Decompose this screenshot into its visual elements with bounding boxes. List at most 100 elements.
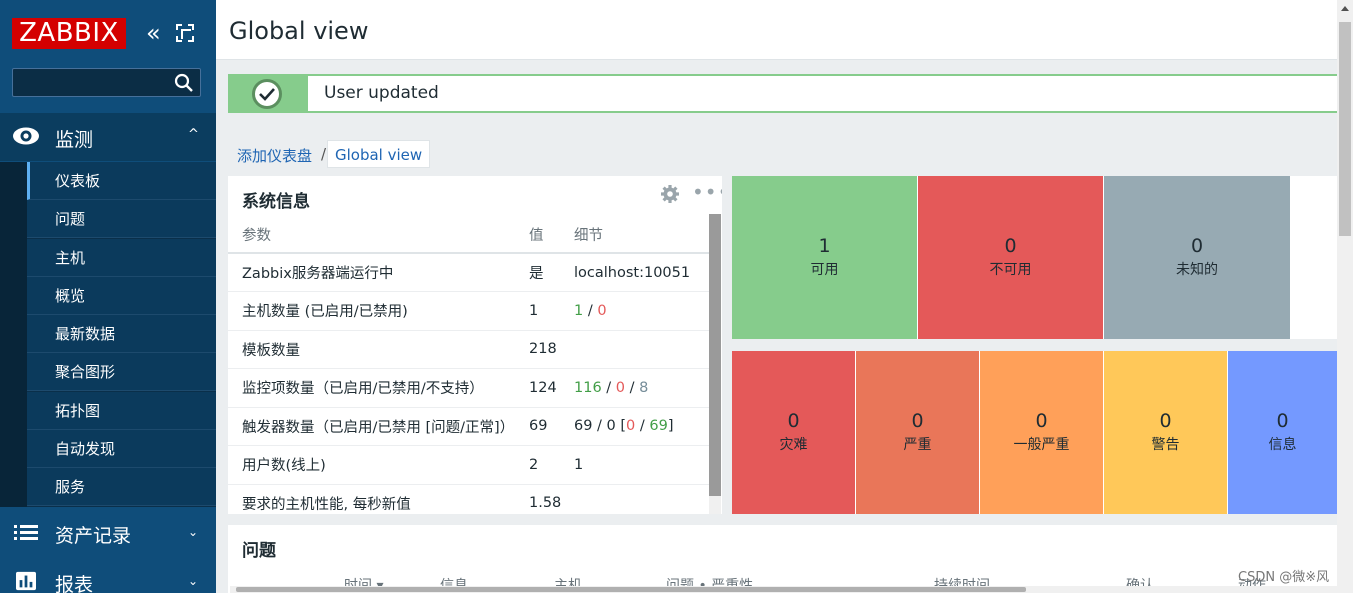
- param-cell: 模板数量: [228, 330, 529, 369]
- details-cell: [574, 330, 709, 369]
- widget-title: 问题: [242, 541, 276, 561]
- menu-monitoring[interactable]: 监测 ^: [0, 113, 216, 161]
- submenu-item-overview[interactable]: 概览: [27, 277, 216, 315]
- tile-count: 0: [1004, 235, 1017, 257]
- menu-reports[interactable]: 报表 ⌄: [0, 558, 216, 593]
- column-header-param[interactable]: 参数: [228, 216, 529, 254]
- success-message-text: User updated: [324, 83, 439, 103]
- submenu-item-problems[interactable]: 问题: [27, 200, 216, 238]
- tile-count: 0: [1159, 410, 1172, 432]
- collapse-sidebar-icon[interactable]: «: [146, 20, 168, 46]
- menu-inventory-label: 资产记录: [55, 525, 132, 547]
- breadcrumb-dashboards-link[interactable]: 添加仪表盘: [237, 145, 312, 166]
- value-cell: 124: [529, 368, 574, 408]
- param-cell: 主机数量 (已启用/已禁用): [228, 291, 529, 331]
- param-cell: Zabbix服务器端运行中: [228, 253, 529, 292]
- tile-label: 未知的: [1176, 262, 1218, 278]
- table-row: 用户数(线上) 2 1: [228, 445, 709, 485]
- details-cell: localhost:10051: [574, 253, 709, 292]
- search-icon[interactable]: [174, 73, 194, 93]
- kiosk-mode-icon[interactable]: [176, 24, 194, 42]
- submenu-item-hosts[interactable]: 主机: [27, 239, 216, 277]
- severity-warning-tile[interactable]: 0 警告: [1104, 351, 1227, 514]
- table-row: 触发器数量（已启用/已禁用 [问题/正常]） 69 69 / 0 [0 / 69…: [228, 407, 709, 446]
- column-header-value[interactable]: 值: [529, 216, 574, 254]
- submenu-item-services[interactable]: 服务: [27, 468, 216, 506]
- chevron-up-icon: ^: [188, 127, 199, 142]
- tile-label: 信息: [1268, 437, 1297, 453]
- host-unknown-tile[interactable]: 0 未知的: [1104, 176, 1290, 339]
- separator: /: [583, 302, 598, 319]
- separator: /: [625, 379, 640, 396]
- table-row: Zabbix服务器端运行中 是 localhost:10051: [228, 253, 709, 292]
- widget-scrollbar-thumb[interactable]: [709, 214, 721, 496]
- column-header-details[interactable]: 细节: [574, 216, 709, 254]
- page-title: Global view: [229, 17, 369, 45]
- menu-reports-label: 报表: [55, 574, 94, 593]
- chevron-down-icon: ⌄: [188, 574, 199, 588]
- sidebar: ZABBIX « 监测 ^ 仪表板 问题 主机 概览 最新数据 聚合图形 拓扑图…: [0, 0, 216, 593]
- value-cell: 1.58: [529, 484, 574, 514]
- horizontal-scrollbar-thumb[interactable]: [236, 587, 1026, 592]
- severity-disaster-tile[interactable]: 0 灾难: [732, 351, 855, 514]
- widget-title: 系统信息: [242, 192, 310, 212]
- eye-icon: [13, 127, 39, 145]
- table-row: 要求的主机性能, 每秒新值 1.58: [228, 484, 709, 514]
- horizontal-scrollbar[interactable]: [230, 586, 1337, 593]
- severity-information-tile[interactable]: 0 信息: [1228, 351, 1337, 514]
- disabled-count: 0: [597, 302, 607, 319]
- problems-widget: 问题 时间 ▾ 信息 主机 问题 • 严重性 持续时间 确认 动作: [228, 525, 1337, 593]
- triggers-suffix: ]: [667, 418, 674, 435]
- menu-inventory[interactable]: 资产记录 ⌄: [0, 509, 216, 555]
- search-field: [12, 68, 201, 97]
- tile-label: 严重: [903, 437, 932, 453]
- enabled-count: 116: [574, 379, 602, 396]
- table-row: 监控项数量（已启用/已禁用/不支持） 124 116 / 0 / 8: [228, 368, 709, 408]
- gear-icon[interactable]: [660, 184, 680, 204]
- list-icon: [14, 525, 38, 540]
- tile-count: 1: [818, 235, 831, 257]
- vertical-scrollbar[interactable]: [1337, 0, 1353, 593]
- breadcrumb-current[interactable]: Global view: [327, 140, 431, 168]
- search-input[interactable]: [13, 69, 173, 96]
- widget-scrollbar[interactable]: [709, 214, 721, 514]
- value-cell: 2: [529, 445, 574, 485]
- details-cell: [574, 484, 709, 514]
- problem-count: 0: [626, 418, 636, 435]
- chevron-down-icon: ⌄: [188, 525, 199, 539]
- submenu-item-latest-data[interactable]: 最新数据: [27, 315, 216, 353]
- system-info-widget: 系统信息 ••• 参数 值 细节 Zabbix服务器端运行中 是 localho…: [228, 176, 722, 514]
- submenu-rail: [0, 162, 27, 507]
- tile-label: 一般严重: [1013, 437, 1070, 453]
- separator: /: [601, 379, 616, 396]
- submenu-item-screens[interactable]: 聚合图形: [27, 353, 216, 391]
- severity-average-tile[interactable]: 0 一般严重: [980, 351, 1103, 514]
- success-indicator: [230, 76, 308, 111]
- param-cell: 要求的主机性能, 每秒新值: [228, 484, 529, 514]
- tile-label: 可用: [810, 262, 839, 278]
- more-options-icon[interactable]: •••: [692, 180, 722, 204]
- submenu-item-maps[interactable]: 拓扑图: [27, 392, 216, 430]
- param-cell: 监控项数量（已启用/已禁用/不支持）: [228, 368, 529, 408]
- separator: /: [635, 418, 650, 435]
- tile-count: 0: [1276, 410, 1289, 432]
- tile-label: 灾难: [779, 437, 808, 453]
- submenu-item-discovery[interactable]: 自动发现: [27, 430, 216, 468]
- table-row: 模板数量 218: [228, 330, 709, 369]
- submenu-item-dashboard[interactable]: 仪表板: [27, 162, 216, 200]
- vertical-scrollbar-thumb[interactable]: [1339, 22, 1351, 236]
- scroll-up-arrow-icon[interactable]: [1341, 6, 1349, 11]
- host-unavailable-tile[interactable]: 0 不可用: [918, 176, 1103, 339]
- severity-high-tile[interactable]: 0 严重: [856, 351, 979, 514]
- watermark-text: CSDN @微※风: [1238, 570, 1330, 585]
- host-available-tile[interactable]: 1 可用: [732, 176, 917, 339]
- problems-by-severity-widget: 0 灾难 0 严重 0 一般严重 0 警告 0 信息: [732, 351, 1337, 514]
- tile-count: 0: [787, 410, 800, 432]
- table-row: 主机数量 (已启用/已禁用) 1 1 / 0: [228, 291, 709, 331]
- ok-count: 69: [649, 418, 668, 435]
- menu-monitoring-label: 监测: [55, 129, 94, 151]
- value-cell: 218: [529, 330, 574, 369]
- zabbix-logo[interactable]: ZABBIX: [12, 18, 126, 49]
- param-cell: 用户数(线上): [228, 445, 529, 485]
- host-availability-widget: 1 可用 0 不可用 0 未知的: [732, 176, 1337, 339]
